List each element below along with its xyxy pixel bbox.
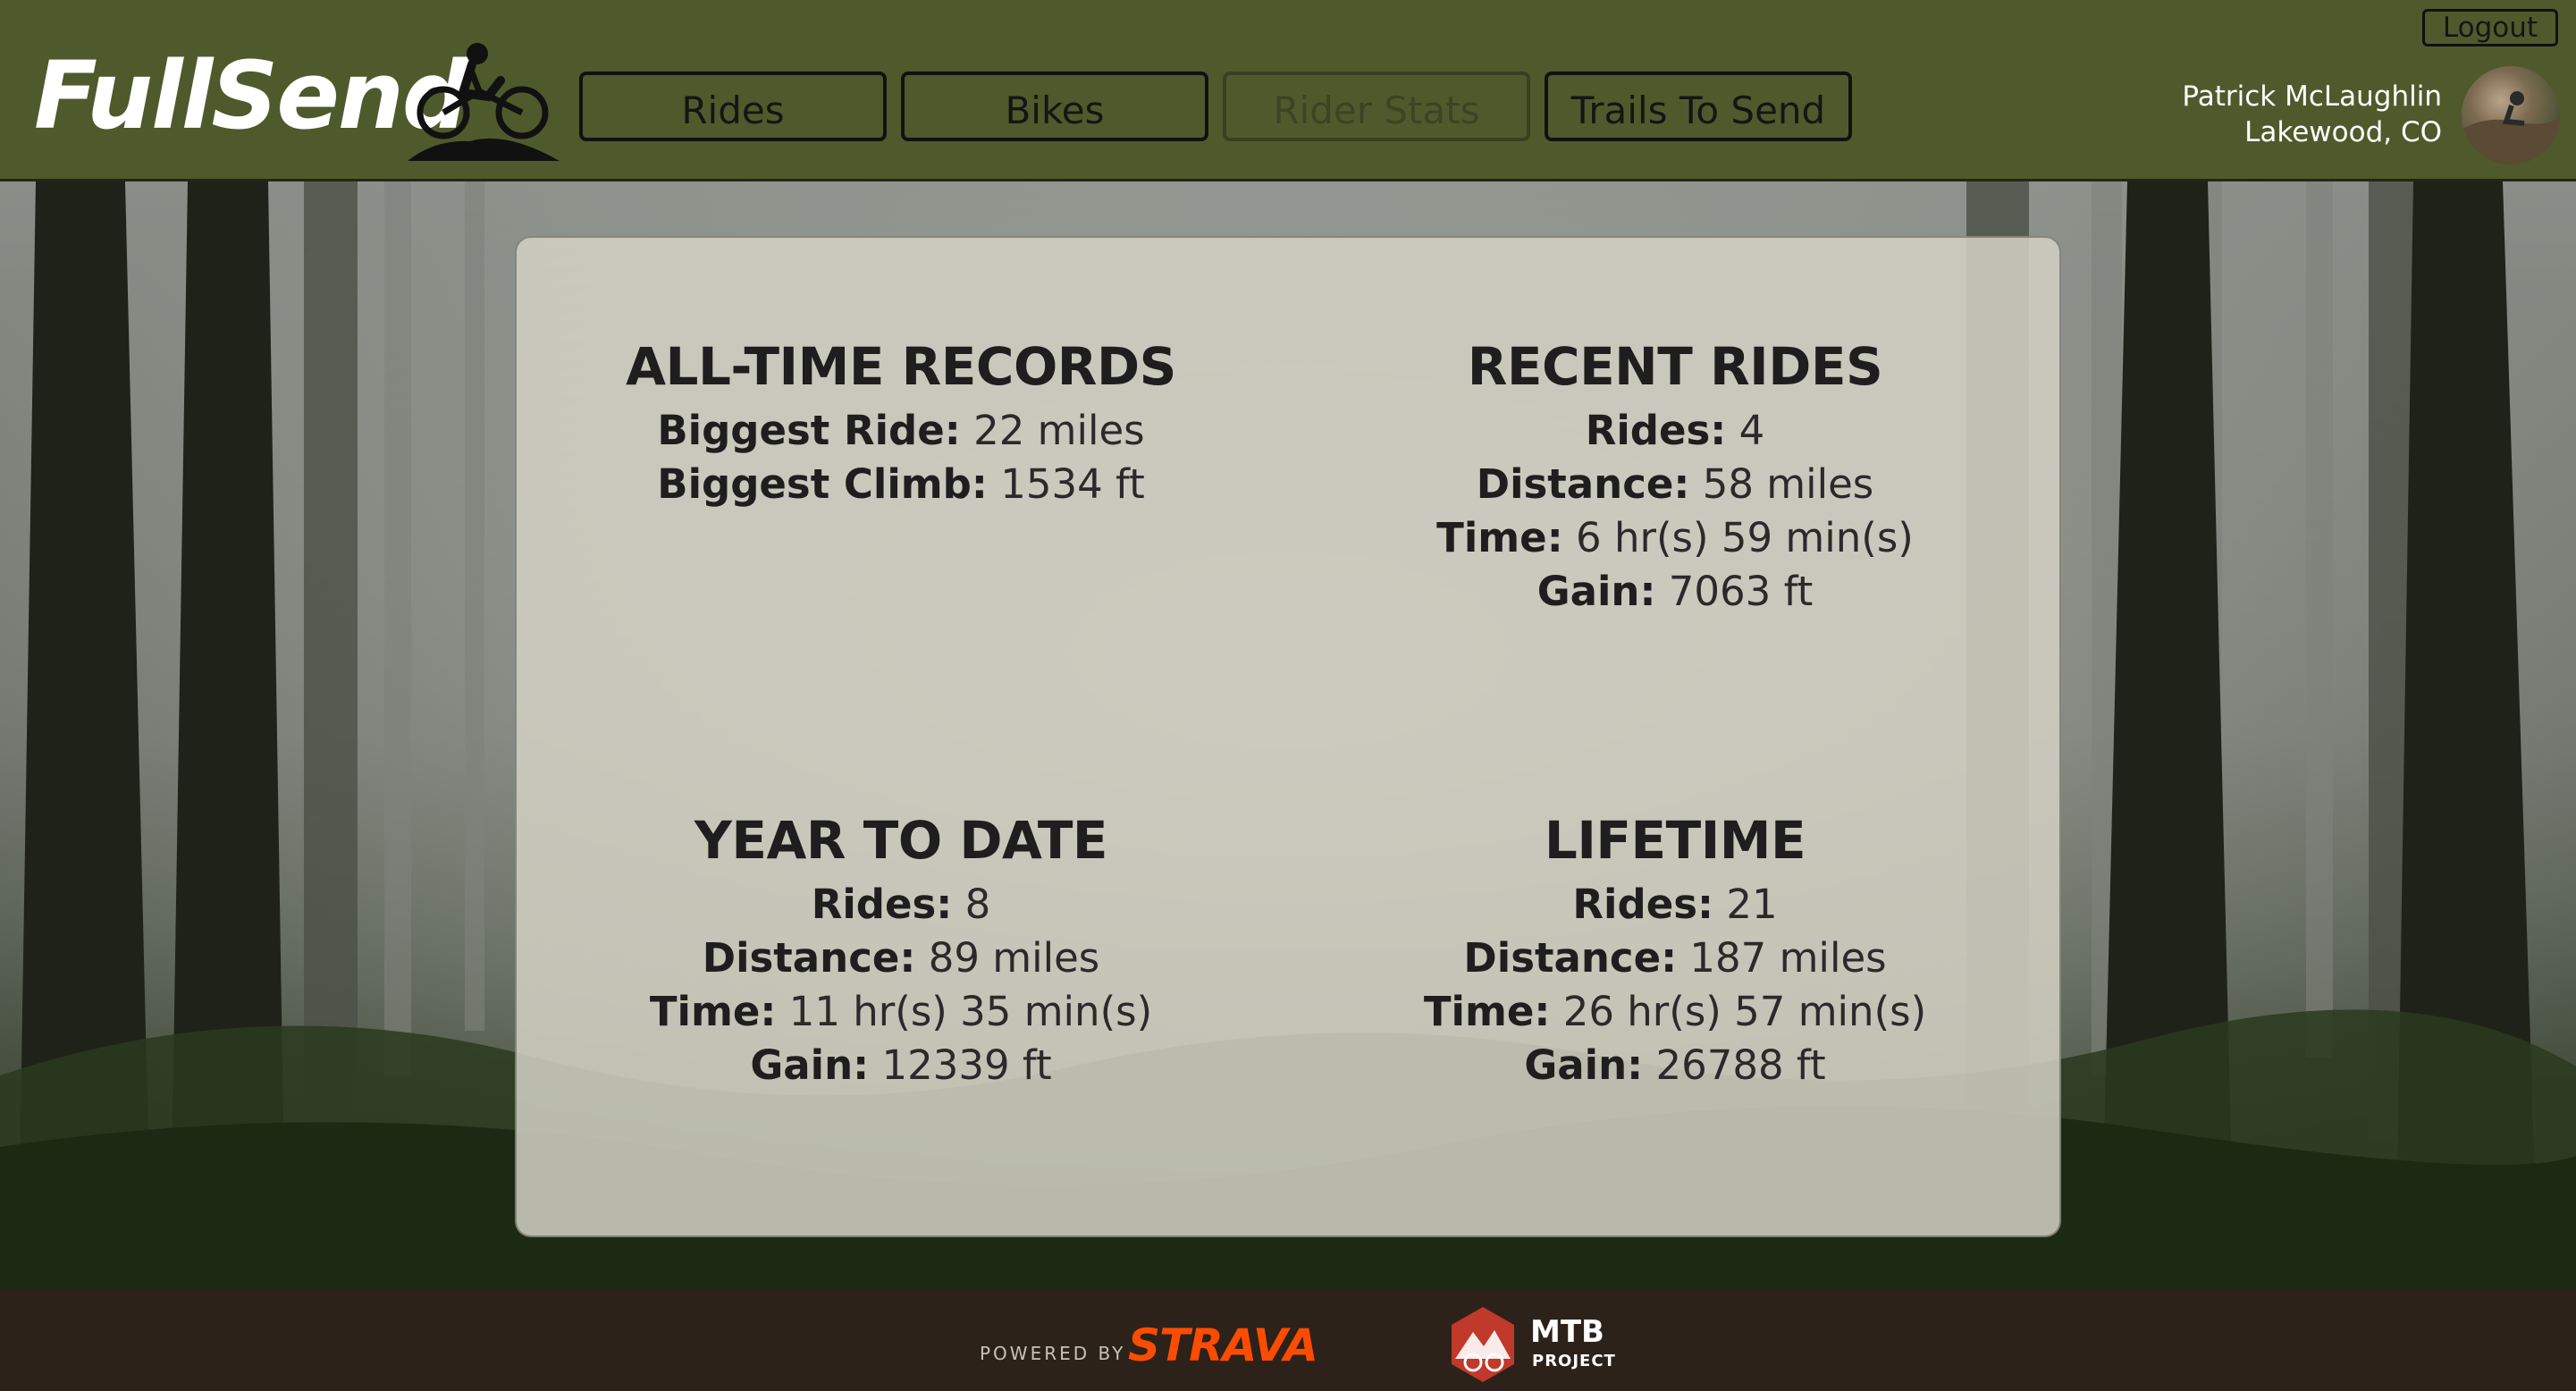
nav-rider-stats-button[interactable]: Rider Stats	[1223, 72, 1530, 141]
stat-distance: Distance: 89 miles	[543, 932, 1259, 985]
stat-value: 8	[964, 881, 991, 928]
stat-value: 26 hr(s) 57 min(s)	[1562, 988, 1927, 1035]
user-info: Patrick McLaughlin Lakewood, CO	[2182, 79, 2442, 150]
stat-time: Time: 26 hr(s) 57 min(s)	[1317, 985, 2033, 1039]
stat-label: Distance:	[1476, 460, 1690, 508]
stat-value: 4	[1738, 407, 1765, 454]
stat-value: 6 hr(s) 59 min(s)	[1576, 514, 1914, 561]
mtb-project-subtitle: PROJECT	[1532, 1352, 1616, 1370]
stat-value: 11 hr(s) 35 min(s)	[788, 988, 1153, 1035]
top-navbar: FullSend Rides Bikes Rider Stats Trails …	[0, 0, 2576, 181]
nav-bikes-button[interactable]: Bikes	[901, 72, 1208, 141]
stat-value: 12339 ft	[881, 1041, 1052, 1089]
rider-stats-panel: ALL-TIME RECORDS Biggest Ride: 22 miles …	[515, 236, 2061, 1237]
year-to-date-section: YEAR TO DATE Rides: 8 Distance: 89 miles…	[543, 810, 1259, 1092]
stat-value: 58 miles	[1702, 460, 1874, 508]
stat-label: Distance:	[702, 934, 916, 982]
stat-label: Time:	[649, 988, 777, 1035]
powered-by-text: POWERED BY	[980, 1343, 1126, 1364]
stat-value: 21	[1726, 881, 1778, 928]
lifetime-section: LIFETIME Rides: 21 Distance: 187 miles T…	[1317, 810, 2033, 1092]
logout-button[interactable]: Logout	[2422, 9, 2558, 46]
stat-distance: Distance: 187 miles	[1317, 932, 2033, 985]
stat-label: Time:	[1436, 514, 1563, 561]
logo-text: FullSend	[34, 41, 468, 150]
stat-rides: Rides: 21	[1317, 878, 2033, 932]
nav-rides-button[interactable]: Rides	[579, 72, 887, 141]
stat-label: Biggest Ride:	[657, 407, 961, 454]
stat-label: Biggest Climb:	[657, 460, 988, 508]
all-time-records-section: ALL-TIME RECORDS Biggest Ride: 22 miles …	[543, 336, 1259, 511]
stat-gain: Gain: 7063 ft	[1317, 565, 2033, 619]
stat-time: Time: 11 hr(s) 35 min(s)	[543, 985, 1259, 1039]
avatar[interactable]	[2462, 66, 2560, 164]
stat-label: Gain:	[750, 1041, 870, 1089]
user-location: Lakewood, CO	[2244, 116, 2442, 148]
user-name: Patrick McLaughlin	[2182, 80, 2442, 113]
section-title: LIFETIME	[1544, 810, 1806, 871]
section-title: YEAR TO DATE	[694, 810, 1108, 871]
mtb-project-title[interactable]: MTB	[1530, 1314, 1604, 1350]
stat-label: Gain:	[1524, 1041, 1644, 1089]
stat-gain: Gain: 12339 ft	[543, 1039, 1259, 1092]
fullsend-logo[interactable]: FullSend	[34, 41, 560, 161]
stat-label: Time:	[1423, 988, 1551, 1035]
stat-label: Rides:	[811, 881, 953, 928]
stat-value: 22 miles	[973, 407, 1145, 454]
stat-label: Gain:	[1536, 568, 1656, 615]
recent-rides-section: RECENT RIDES Rides: 4 Distance: 58 miles…	[1317, 336, 2033, 619]
stat-value: 89 miles	[928, 934, 1100, 982]
stat-distance: Distance: 58 miles	[1317, 458, 2033, 511]
nav-trails-to-send-button[interactable]: Trails To Send	[1545, 72, 1852, 141]
stat-value: 1534 ft	[1000, 460, 1145, 508]
stat-value: 26788 ft	[1655, 1041, 1826, 1089]
stat-rides: Rides: 4	[1317, 404, 2033, 458]
stat-gain: Gain: 26788 ft	[1317, 1039, 2033, 1092]
stat-label: Rides:	[1572, 881, 1713, 928]
stat-label: Distance:	[1463, 934, 1678, 982]
mountain-biker-icon	[408, 43, 560, 161]
avatar-photo	[2462, 91, 2560, 164]
stat-label: Rides:	[1585, 407, 1727, 454]
stat-biggest-climb: Biggest Climb: 1534 ft	[543, 458, 1259, 511]
stat-value: 187 miles	[1689, 934, 1887, 982]
section-title: RECENT RIDES	[1467, 336, 1883, 397]
section-title: ALL-TIME RECORDS	[626, 336, 1176, 397]
mtb-project-logo-icon[interactable]	[1448, 1305, 1518, 1384]
stat-time: Time: 6 hr(s) 59 min(s)	[1317, 511, 2033, 565]
stat-value: 7063 ft	[1668, 568, 1814, 615]
stat-rides: Rides: 8	[543, 878, 1259, 932]
strava-logo[interactable]: STRAVA	[1128, 1319, 1318, 1371]
stat-biggest-ride: Biggest Ride: 22 miles	[543, 404, 1259, 458]
